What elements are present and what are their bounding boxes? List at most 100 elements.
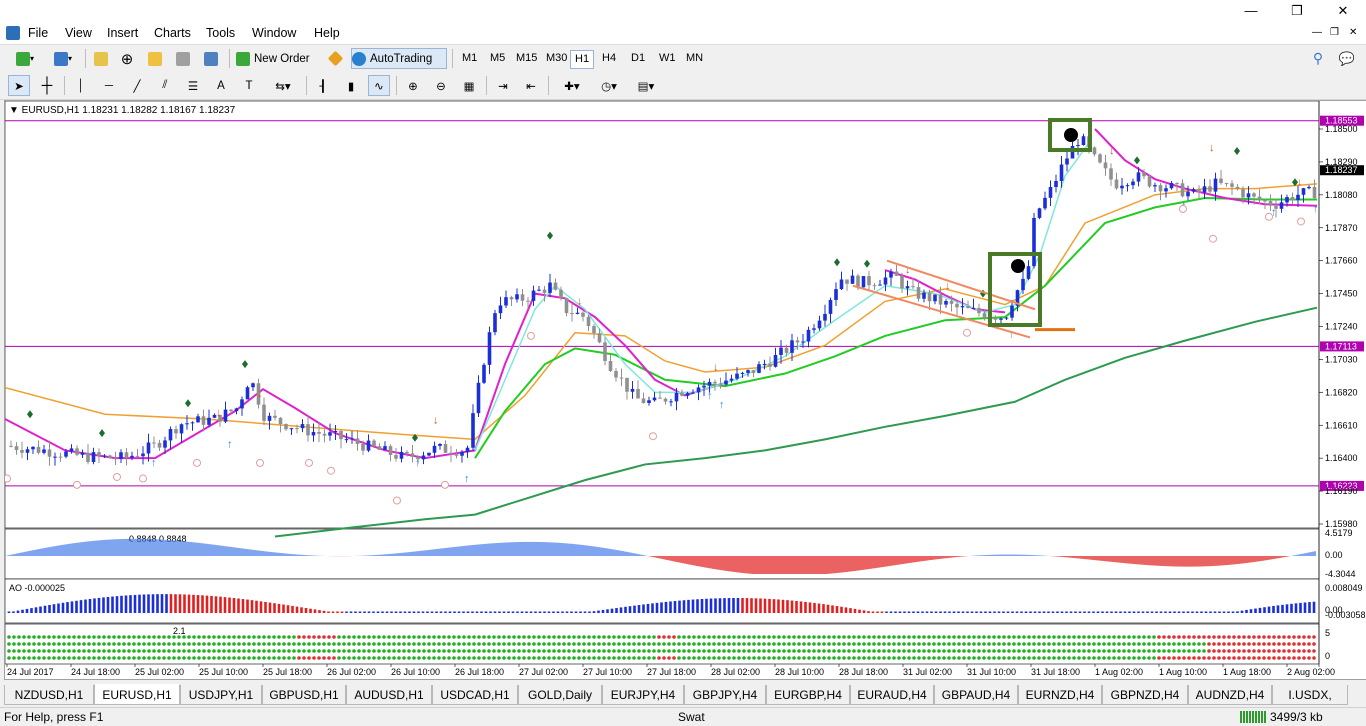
equidistant-channel-tool[interactable]: ⫽ xyxy=(154,75,176,96)
chart-window[interactable]: ▼ EURUSD,H1 1.18231 1.18282 1.18167 1.18… xyxy=(4,100,1366,680)
chart-tab[interactable]: EURNZD,H4 xyxy=(1018,685,1102,705)
metaeditor-button[interactable] xyxy=(324,48,346,69)
cursor-tool[interactable]: ➤ xyxy=(8,75,30,96)
new-order-button[interactable]: New Order xyxy=(235,48,319,69)
indicators-button[interactable]: ✚▾ xyxy=(556,75,588,96)
price-tick-label: 1.17240 xyxy=(1325,322,1358,332)
chart-tab[interactable]: NZDUSD,H1 xyxy=(4,685,94,705)
arrows-tool[interactable]: ⇆▾ xyxy=(266,75,300,96)
timeframe-mn[interactable]: MN xyxy=(682,50,707,67)
vertical-line-tool[interactable]: │ xyxy=(70,75,92,96)
mdi-close-button[interactable]: ✕ xyxy=(1347,25,1359,41)
signal-dot xyxy=(552,642,556,646)
timeframe-h4[interactable]: H4 xyxy=(598,50,620,67)
autoscroll-button[interactable]: ⇥ xyxy=(492,75,514,96)
timeframe-h1[interactable]: H1 xyxy=(570,50,595,69)
fibonacci-tool[interactable]: ☰ xyxy=(182,75,204,96)
line-chart-icon: ∿ xyxy=(374,80,384,93)
zoom-out-button[interactable]: ⊖ xyxy=(430,75,452,96)
profiles-button[interactable]: ▾ xyxy=(46,48,80,69)
candle-body xyxy=(432,445,437,453)
chart-tab[interactable]: USDJPY,H1 xyxy=(180,685,262,705)
zoom-in-button[interactable]: ⊕ xyxy=(402,75,424,96)
signal-dot xyxy=(982,656,986,660)
signal-dot xyxy=(327,642,331,646)
chart-tab[interactable]: USDCAD,H1 xyxy=(432,685,518,705)
minimize-button[interactable]: — xyxy=(1228,0,1274,22)
timeframe-m1[interactable]: M1 xyxy=(458,50,481,67)
strategy-tester-button[interactable] xyxy=(200,48,222,69)
timeframe-m30[interactable]: M30 xyxy=(542,50,571,67)
horizontal-line-tool[interactable]: ─ xyxy=(98,75,120,96)
terminal-button[interactable] xyxy=(172,48,194,69)
candle-body xyxy=(42,449,46,453)
close-button[interactable]: ✕ xyxy=(1320,0,1366,22)
crosshair-tool[interactable]: ┼ xyxy=(36,75,58,96)
timeframe-w1[interactable]: W1 xyxy=(655,50,680,67)
candle-body xyxy=(9,445,13,447)
chart-tab[interactable]: GOLD,Daily xyxy=(518,685,602,705)
periods-button[interactable]: ◷▾ xyxy=(592,75,626,96)
chart-tab[interactable]: GBPUSD,H1 xyxy=(262,685,346,705)
chart-tab[interactable]: EURJPY,H4 xyxy=(602,685,684,705)
signal-dot xyxy=(1227,635,1231,639)
menu-window[interactable]: Window xyxy=(250,25,298,41)
chart-tab[interactable]: AUDUSD,H1 xyxy=(346,685,432,705)
candlestick-button[interactable]: ▮ xyxy=(340,75,362,96)
signal-dot xyxy=(1162,649,1166,653)
menu-tools[interactable]: Tools xyxy=(204,25,237,41)
chart-tab[interactable]: GBPNZD,H4 xyxy=(1102,685,1188,705)
chart-tab[interactable]: GBPJPY,H4 xyxy=(684,685,766,705)
signal-dot xyxy=(1242,635,1246,639)
chart-tab[interactable]: EURUSD,H1 xyxy=(94,684,180,705)
menu-help[interactable]: Help xyxy=(312,25,342,41)
chart-tab[interactable]: EURGBP,H4 xyxy=(766,685,850,705)
chat-button[interactable]: 💬 xyxy=(1334,48,1360,69)
signal-dot xyxy=(587,642,591,646)
menu-view[interactable]: View xyxy=(63,25,94,41)
tile-windows-button[interactable]: ▦ xyxy=(458,75,480,96)
menu-insert[interactable]: Insert xyxy=(105,25,140,41)
templates-button[interactable]: ▤▾ xyxy=(630,75,662,96)
auto-trading-button[interactable]: AutoTrading xyxy=(351,48,447,69)
menu-charts[interactable]: Charts xyxy=(152,25,193,41)
signal-dot xyxy=(1297,656,1301,660)
maximize-button[interactable]: ❐ xyxy=(1274,0,1320,22)
signal-dot xyxy=(52,642,56,646)
text-tool[interactable]: A xyxy=(210,75,232,96)
chart-tab[interactable]: I.USDX, xyxy=(1272,685,1348,705)
signal-dot xyxy=(12,649,16,653)
osc3-pane xyxy=(5,623,1320,665)
menu-file[interactable]: File xyxy=(26,25,50,41)
signal-dot xyxy=(1207,642,1211,646)
app-icon[interactable] xyxy=(6,26,20,40)
chart-tab[interactable]: EURAUD,H4 xyxy=(850,685,934,705)
trendline-tool[interactable]: ╱ xyxy=(126,75,148,96)
signal-dot xyxy=(457,642,461,646)
chart-canvas[interactable]: ▼ EURUSD,H1 1.18231 1.18282 1.18167 1.18… xyxy=(5,101,1366,681)
data-window-button[interactable]: ⊕ xyxy=(116,48,138,69)
signal-dot xyxy=(407,642,411,646)
mdi-minimize-button[interactable]: — xyxy=(1310,25,1324,41)
signal-dot xyxy=(967,656,971,660)
timeframe-m5[interactable]: M5 xyxy=(486,50,509,67)
signal-circle xyxy=(139,474,147,483)
line-chart-button[interactable]: ∿ xyxy=(368,75,390,96)
time-label: 28 Jul 02:00 xyxy=(711,667,760,677)
timeframe-d1[interactable]: D1 xyxy=(627,50,649,67)
signal-dot xyxy=(1032,642,1036,646)
navigator-button[interactable] xyxy=(144,48,166,69)
bar-chart-button[interactable]: ┨ xyxy=(312,75,334,96)
market-watch-button[interactable] xyxy=(90,48,112,69)
chart-shift-button[interactable]: ⇤ xyxy=(520,75,542,96)
mdi-restore-button[interactable]: ❐ xyxy=(1328,25,1341,41)
new-chart-button[interactable]: ▾ xyxy=(8,48,42,69)
timeframe-m15[interactable]: M15 xyxy=(512,50,541,67)
signal-dot xyxy=(1072,642,1076,646)
chart-tab[interactable]: AUDNZD,H4 xyxy=(1188,685,1272,705)
text-label-tool[interactable]: T xyxy=(238,75,260,96)
search-button[interactable]: ⚲ xyxy=(1307,48,1329,69)
signal-dot xyxy=(1132,642,1136,646)
chart-tab[interactable]: GBPAUD,H4 xyxy=(934,685,1018,705)
signal-dot xyxy=(1082,656,1086,660)
